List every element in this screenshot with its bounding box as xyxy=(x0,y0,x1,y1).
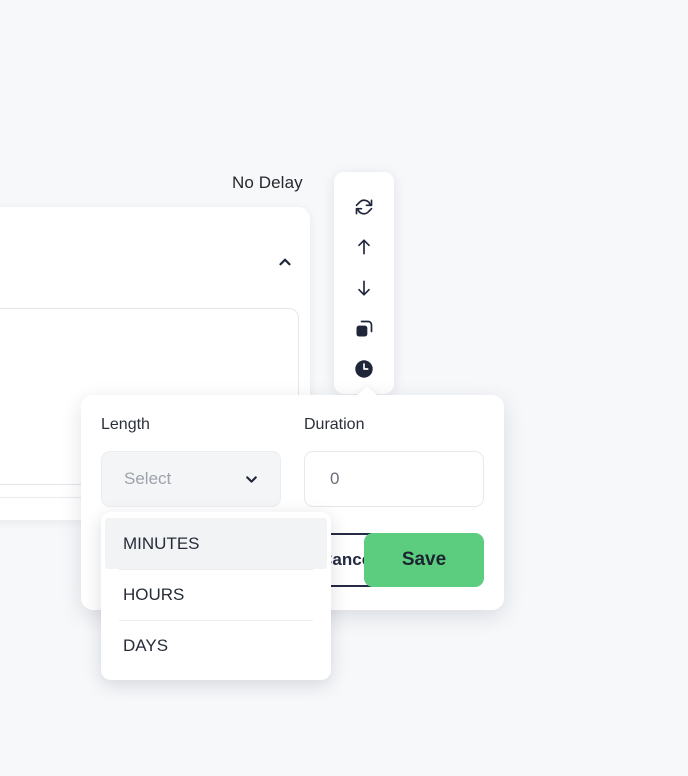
save-button[interactable]: Save xyxy=(364,533,484,587)
clock-icon[interactable] xyxy=(347,353,381,385)
arrow-down-icon[interactable] xyxy=(347,272,381,304)
dropdown-option-minutes[interactable]: MINUTES xyxy=(105,518,327,569)
canvas-stage: No Delay Length Select Duration 0 Cancel… xyxy=(0,0,688,776)
chevron-up-icon[interactable] xyxy=(274,251,296,273)
length-dropdown-list: MINUTES HOURS DAYS xyxy=(101,512,331,680)
refresh-icon[interactable] xyxy=(347,191,381,223)
copy-icon[interactable] xyxy=(347,313,381,345)
length-label: Length xyxy=(101,416,150,433)
length-select-placeholder: Select xyxy=(124,469,172,488)
arrow-up-icon[interactable] xyxy=(347,232,381,264)
length-select[interactable]: Select xyxy=(101,451,281,507)
duration-label: Duration xyxy=(304,416,365,433)
dropdown-option-days[interactable]: DAYS xyxy=(105,620,327,671)
duration-input[interactable] xyxy=(304,451,484,507)
node-label: No Delay xyxy=(232,173,303,192)
chevron-down-icon xyxy=(243,471,260,488)
node-toolbar xyxy=(334,172,394,394)
popup-pointer xyxy=(354,386,380,398)
dropdown-option-hours[interactable]: HOURS xyxy=(105,569,327,620)
